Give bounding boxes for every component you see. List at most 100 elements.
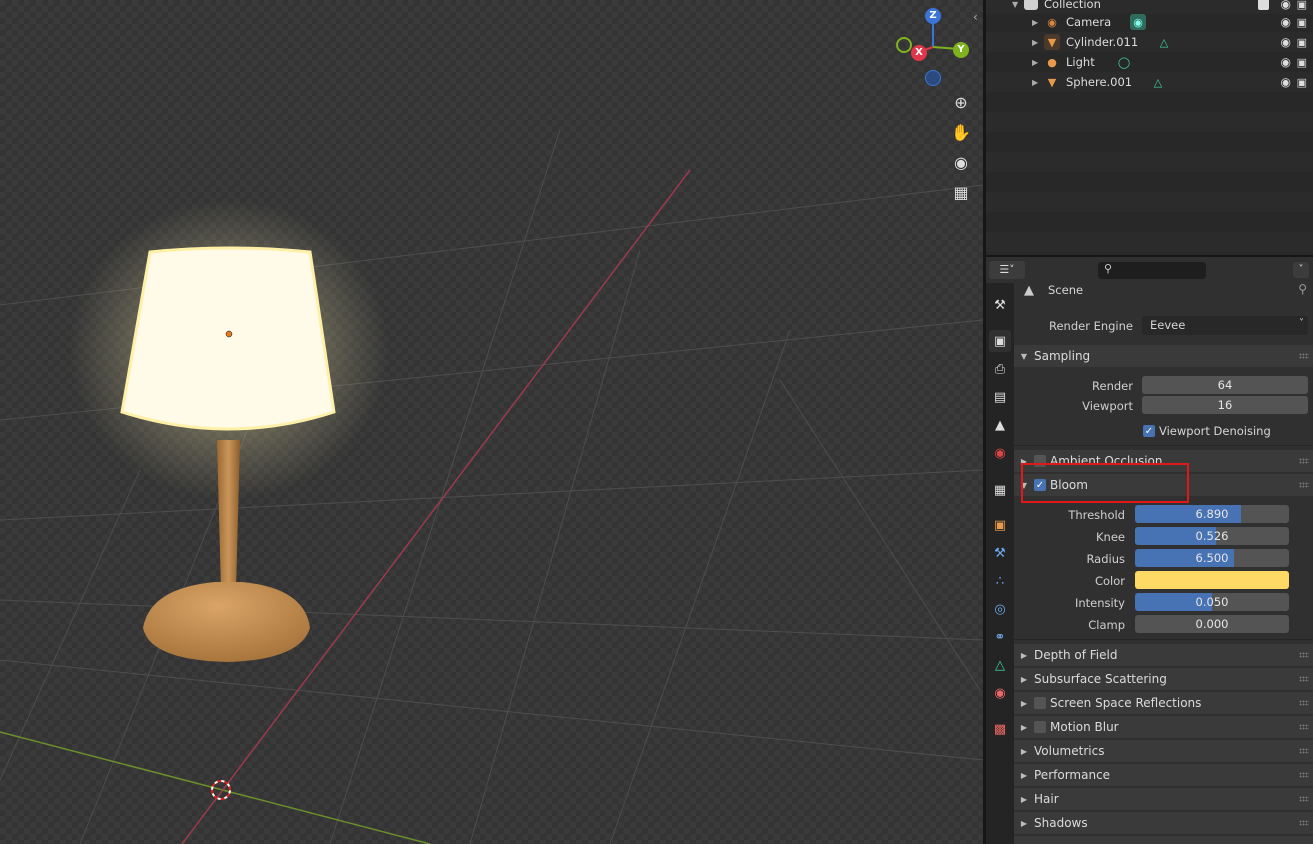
outliner-item-light[interactable]: ▶ ● Light ◯ ◉ ▣ bbox=[986, 52, 1313, 72]
collection-tab-icon[interactable]: ▦ bbox=[989, 479, 1011, 501]
perspective-grid-icon[interactable]: ▦ bbox=[948, 179, 974, 205]
camera-data-icon[interactable]: ◉ bbox=[1130, 14, 1146, 30]
radius-label: Radius bbox=[1086, 552, 1125, 566]
panel-next-partial[interactable] bbox=[1014, 836, 1313, 844]
panel-volumetrics[interactable]: ▶ Volumetrics bbox=[1014, 740, 1313, 762]
camera-view-icon[interactable]: ◉ bbox=[948, 149, 974, 175]
properties-tabs: ⚒ ▣ ⎙ ▤ ▲ ◉ ▦ ▣ ⚒ ∴ ◎ ⚭ △ ◉ ▩ bbox=[986, 283, 1014, 844]
eye-icon[interactable]: ◉ bbox=[1281, 55, 1291, 69]
panel-performance[interactable]: ▶ Performance bbox=[1014, 764, 1313, 786]
render-samples-field[interactable]: 64 bbox=[1142, 376, 1308, 394]
collection-icon bbox=[1024, 0, 1038, 10]
panel-hair[interactable]: ▶ Hair bbox=[1014, 788, 1313, 810]
light-data-icon[interactable]: ◯ bbox=[1116, 54, 1132, 70]
viewport-samples-field[interactable]: 16 bbox=[1142, 396, 1308, 414]
particles-tab-icon[interactable]: ∴ bbox=[989, 570, 1011, 592]
panel-sampling[interactable]: ▼ Sampling bbox=[1014, 345, 1313, 367]
view-layer-tab-icon[interactable]: ▤ bbox=[989, 386, 1011, 408]
scene-icon: ▲ bbox=[1024, 283, 1034, 298]
radius-slider[interactable]: 6.500 bbox=[1135, 549, 1289, 567]
knee-slider[interactable]: 0.526 bbox=[1135, 527, 1289, 545]
drag-grip-icon[interactable] bbox=[1299, 652, 1309, 658]
material-tab-icon[interactable]: ◉ bbox=[989, 682, 1011, 704]
render-tab-icon[interactable]: ▣ bbox=[989, 330, 1011, 352]
render-engine-dropdown[interactable]: Eevee ˅ bbox=[1142, 316, 1308, 335]
panel-screen-space-reflections[interactable]: ▶ Screen Space Reflections bbox=[1014, 692, 1313, 714]
context-label: Scene bbox=[1048, 283, 1084, 297]
color-label: Color bbox=[1094, 574, 1125, 588]
pin-icon[interactable]: ⚲ bbox=[1298, 283, 1307, 296]
search-input[interactable]: ⚲ bbox=[1098, 262, 1206, 279]
world-tab-icon[interactable]: ◉ bbox=[989, 442, 1011, 464]
threshold-slider[interactable]: 6.890 bbox=[1135, 505, 1289, 523]
drag-grip-icon[interactable] bbox=[1299, 458, 1309, 464]
mesh-data-icon[interactable]: △ bbox=[1150, 74, 1166, 90]
gizmo-x-axis[interactable]: X bbox=[911, 45, 927, 61]
object-tab-icon[interactable]: ▣ bbox=[989, 514, 1011, 536]
render-camera-icon[interactable]: ▣ bbox=[1297, 56, 1307, 69]
drag-grip-icon[interactable] bbox=[1299, 700, 1309, 706]
gizmo-y-axis[interactable]: Y bbox=[953, 42, 969, 58]
outliner-item-label: Light bbox=[1066, 55, 1095, 69]
tool-tab-icon[interactable]: ⚒ bbox=[989, 294, 1011, 316]
drag-grip-icon[interactable] bbox=[1299, 482, 1309, 488]
drag-grip-icon[interactable] bbox=[1299, 676, 1309, 682]
gizmo-neg-y-axis[interactable] bbox=[896, 37, 912, 53]
viewport-samples-label: Viewport bbox=[1082, 399, 1133, 413]
modifier-tab-icon[interactable]: ⚒ bbox=[989, 542, 1011, 564]
sidebar-toggle-icon[interactable]: ‹ bbox=[973, 10, 978, 24]
mesh-data-icon[interactable]: △ bbox=[1156, 34, 1172, 50]
panel-shadows[interactable]: ▶ Shadows bbox=[1014, 812, 1313, 834]
outliner-item-cylinder[interactable]: ▶ ▼ Cylinder.011 △ ◉ ▣ bbox=[986, 32, 1313, 52]
drag-grip-icon[interactable] bbox=[1299, 796, 1309, 802]
intensity-label: Intensity bbox=[1074, 596, 1125, 610]
constraints-tab-icon[interactable]: ⚭ bbox=[989, 626, 1011, 648]
gizmo-neg-z-axis[interactable] bbox=[925, 70, 941, 86]
drag-grip-icon[interactable] bbox=[1299, 772, 1309, 778]
object-data-tab-icon[interactable]: △ bbox=[989, 654, 1011, 676]
texture-tab-icon[interactable]: ▩ bbox=[989, 718, 1011, 740]
physics-tab-icon[interactable]: ◎ bbox=[989, 598, 1011, 620]
render-camera-icon[interactable]: ▣ bbox=[1297, 0, 1307, 11]
eye-icon[interactable]: ◉ bbox=[1281, 15, 1291, 29]
light-object-icon: ● bbox=[1047, 55, 1057, 69]
panel-depth-of-field[interactable]: ▶ Depth of Field bbox=[1014, 644, 1313, 666]
intensity-slider[interactable]: 0.050 bbox=[1135, 593, 1289, 611]
options-dropdown[interactable]: ˅ bbox=[1293, 262, 1309, 278]
viewport-denoising-checkbox[interactable]: ✓ Viewport Denoising bbox=[1143, 424, 1271, 438]
drag-grip-icon[interactable] bbox=[1299, 820, 1309, 826]
threshold-label: Threshold bbox=[1068, 508, 1125, 522]
clamp-slider[interactable]: 0.000 bbox=[1135, 615, 1289, 633]
scene-tab-icon[interactable]: ▲ bbox=[989, 414, 1011, 436]
motion-blur-checkbox[interactable] bbox=[1034, 721, 1046, 733]
highlight-annotation bbox=[1021, 463, 1189, 503]
lamp-model[interactable] bbox=[0, 0, 983, 844]
render-camera-icon[interactable]: ▣ bbox=[1297, 16, 1307, 29]
collection-label: Collection bbox=[1044, 0, 1101, 11]
drag-grip-icon[interactable] bbox=[1299, 353, 1309, 359]
bloom-color-swatch[interactable] bbox=[1135, 571, 1289, 589]
render-camera-icon[interactable]: ▣ bbox=[1297, 76, 1307, 89]
outliner-item-label: Cylinder.011 bbox=[1066, 35, 1139, 49]
eye-icon[interactable]: ◉ bbox=[1281, 75, 1291, 89]
output-tab-icon[interactable]: ⎙ bbox=[989, 358, 1011, 380]
eye-icon[interactable]: ◉ bbox=[1281, 0, 1291, 11]
outliner-item-sphere[interactable]: ▶ ▼ Sphere.001 △ ◉ ▣ bbox=[986, 72, 1313, 92]
3d-viewport[interactable]: Z Y X ⊕ ✋ ◉ ▦ ‹ bbox=[0, 0, 983, 844]
zoom-icon[interactable]: ⊕ bbox=[948, 89, 974, 115]
pan-hand-icon[interactable]: ✋ bbox=[948, 119, 974, 145]
render-camera-icon[interactable]: ▣ bbox=[1297, 36, 1307, 49]
panel-motion-blur[interactable]: ▶ Motion Blur bbox=[1014, 716, 1313, 738]
3d-cursor-icon bbox=[211, 780, 231, 800]
drag-grip-icon[interactable] bbox=[1299, 748, 1309, 754]
eye-icon[interactable]: ◉ bbox=[1281, 35, 1291, 49]
drag-grip-icon[interactable] bbox=[1299, 724, 1309, 730]
collection-checkbox[interactable] bbox=[1258, 0, 1269, 10]
outliner-item-camera[interactable]: ▶ ◉ Camera ◉ ◉ ▣ bbox=[986, 12, 1313, 32]
ssr-checkbox[interactable] bbox=[1034, 697, 1046, 709]
gizmo-z-axis[interactable]: Z bbox=[925, 8, 941, 24]
mesh-object-icon: ▼ bbox=[1047, 75, 1057, 89]
panel-subsurface-scattering[interactable]: ▶ Subsurface Scattering bbox=[1014, 668, 1313, 690]
outliner-panel: ▼ Collection ◉ ▣ ▶ ◉ Camera ◉ ◉ ▣ ▶ ▼ Cy… bbox=[986, 0, 1313, 255]
editor-type-dropdown[interactable]: ☰˅ bbox=[989, 261, 1025, 279]
